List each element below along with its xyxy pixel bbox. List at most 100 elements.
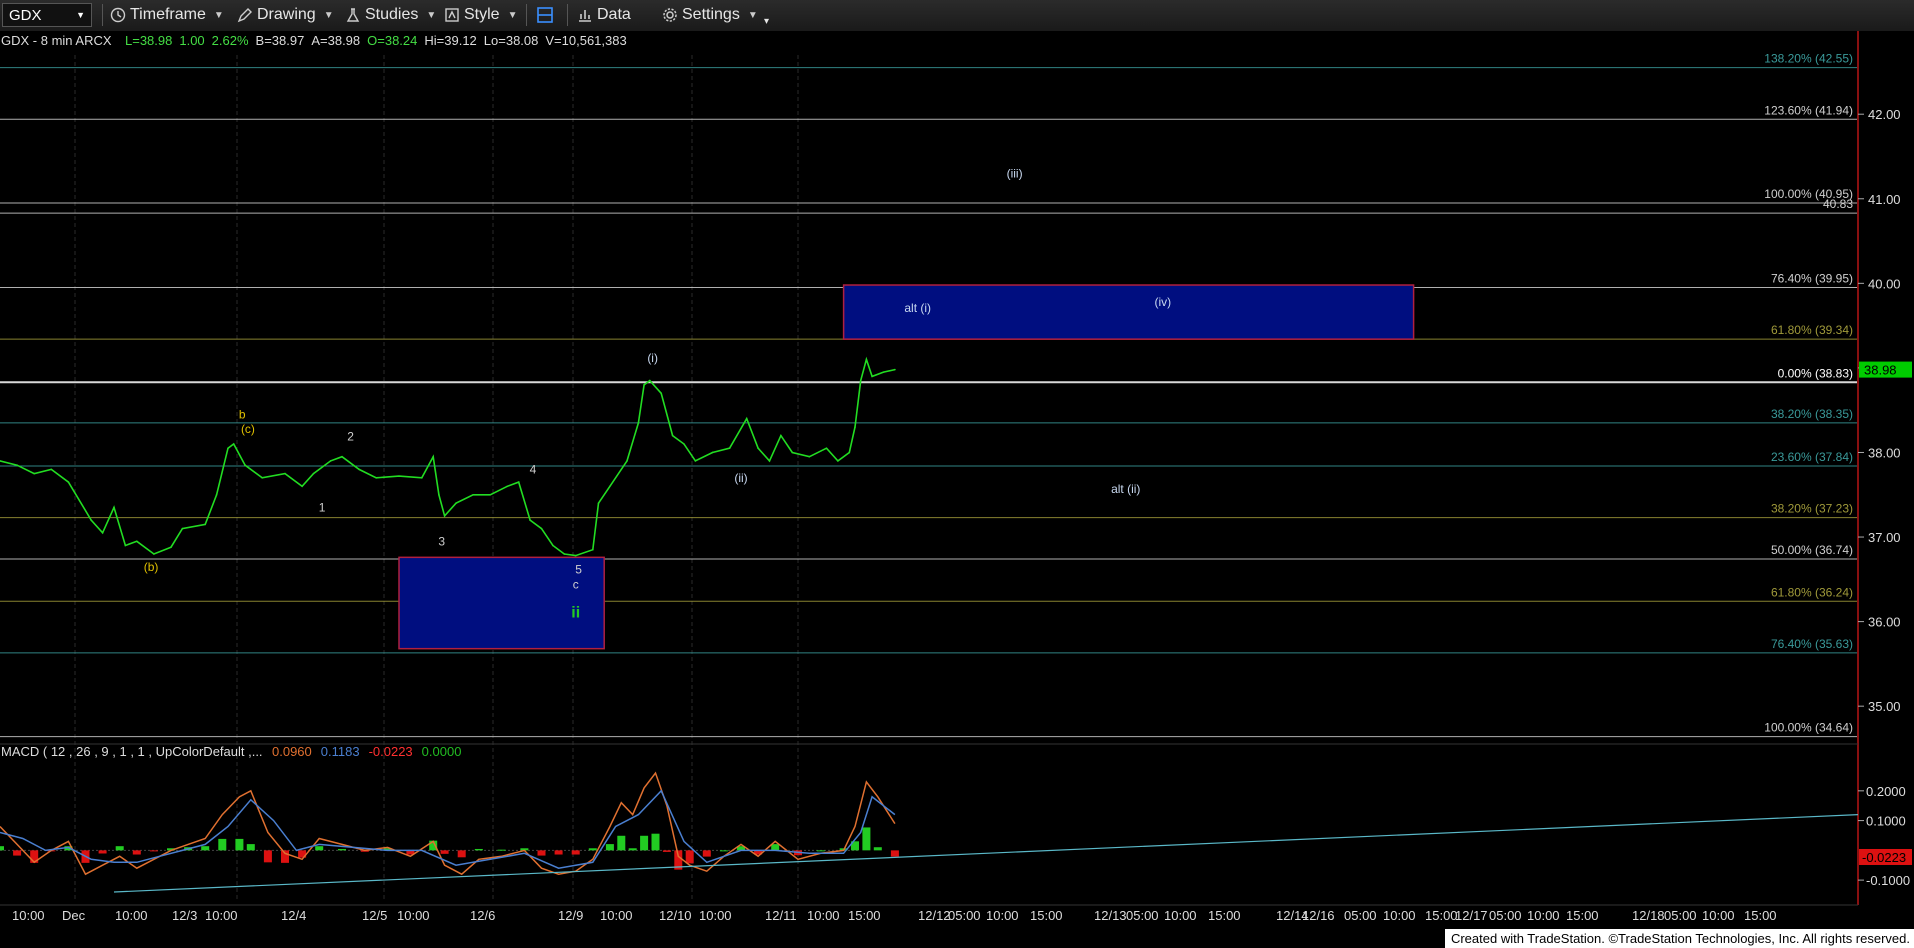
fib-level-label: 76.40% (35.63) <box>1771 637 1853 651</box>
price-point <box>592 548 594 551</box>
toolbar-overflow-icon[interactable]: ▾ <box>764 10 769 32</box>
macd-histogram-bar <box>218 838 227 851</box>
fib-level-label: 0.00% (38.83) <box>1778 366 1853 380</box>
quote-field: L=38.98 <box>125 33 172 48</box>
price-tick-label: 42.00 <box>1868 107 1901 122</box>
timeframe-label: Timeframe <box>130 6 206 23</box>
settings-menu[interactable]: Settings ▼ <box>662 4 758 26</box>
price-point <box>563 553 566 555</box>
price-point <box>574 554 577 557</box>
price-point <box>683 443 685 445</box>
macd-histogram-bar <box>588 848 597 851</box>
price-point <box>609 485 611 488</box>
price-tick-label: 35.00 <box>1868 699 1901 714</box>
macd-histogram-bar <box>98 850 107 854</box>
wave-label: (b) <box>144 560 159 574</box>
macd-histogram-bar <box>862 827 871 851</box>
time-tick-label: 10:00 <box>1702 908 1735 923</box>
macd-histogram-bar <box>201 846 210 851</box>
price-point <box>113 506 115 509</box>
macd-value: -0.0223 <box>369 744 413 759</box>
toolbar: GDX ▼ Timeframe ▼ Drawing ▼ Studies ▼ St… <box>0 0 1914 32</box>
price-chart[interactable]: 138.20% (42.55)123.60% (41.94)100.00% (4… <box>0 31 1914 928</box>
macd-histogram-bar <box>440 850 449 854</box>
time-tick-label: 05:00 <box>1664 908 1697 923</box>
time-tick-label: 12/18 <box>1632 908 1665 923</box>
price-point <box>882 371 885 373</box>
macd-histogram-bar <box>115 846 124 851</box>
data-menu[interactable]: Data <box>577 4 631 26</box>
layout-button[interactable] <box>536 4 558 26</box>
time-tick-label: 12/9 <box>558 908 583 923</box>
fib-level-label: 40.83 <box>1823 197 1853 211</box>
price-point <box>757 447 759 450</box>
price-point <box>694 460 697 462</box>
time-tick-label: 10:00 <box>397 908 430 923</box>
wave-label: (c) <box>241 422 255 436</box>
price-point <box>215 493 218 496</box>
wave-label: c <box>573 578 579 592</box>
studies-label: Studies <box>365 6 419 23</box>
wave-label: (ii) <box>734 471 747 485</box>
toolbar-separator <box>526 4 527 26</box>
timeframe-menu[interactable]: Timeframe ▼ <box>110 4 224 26</box>
price-point <box>204 523 206 526</box>
time-tick-label: 10:00 <box>699 908 732 923</box>
price-point <box>124 544 127 547</box>
macd-tick-label: -0.1000 <box>1866 873 1910 888</box>
price-point <box>780 434 782 437</box>
price-tick-label: 38.00 <box>1868 445 1901 460</box>
fib-level-label: 23.60% (37.84) <box>1771 450 1853 464</box>
wave-label: b <box>239 408 246 422</box>
chevron-down-icon: ▼ <box>213 9 224 21</box>
quote-field: 2.62% <box>212 33 249 48</box>
price-point <box>711 451 714 454</box>
macd-histogram-bar <box>685 850 694 864</box>
drawing-label: Drawing <box>257 6 316 23</box>
price-point <box>50 468 53 471</box>
chevron-down-icon: ▼ <box>323 9 334 21</box>
macd-histogram-bar <box>13 850 22 856</box>
wave-ii-zone <box>398 556 605 650</box>
time-tick-label: 10:00 <box>807 908 840 923</box>
wave-label: alt (i) <box>904 301 931 315</box>
layout-icon <box>537 7 553 23</box>
macd-histogram-bar <box>537 850 546 856</box>
time-tick-label: 12/17 <box>1455 908 1488 923</box>
quote-field: Lo=38.08 <box>484 33 539 48</box>
price-point <box>808 455 811 458</box>
chevron-down-icon: ▼ <box>76 10 85 20</box>
macd-histogram-bar <box>662 850 671 852</box>
time-tick-label: 05:00 <box>1126 908 1159 923</box>
time-tick-label: 12/4 <box>281 908 306 923</box>
time-tick-label: 12/13 <box>1094 908 1127 923</box>
flask-icon <box>346 8 360 22</box>
macd-histogram-bar <box>873 847 882 851</box>
studies-menu[interactable]: Studies ▼ <box>345 4 436 26</box>
time-tick-label: 05:00 <box>1344 908 1377 923</box>
drawing-menu[interactable]: Drawing ▼ <box>237 4 334 26</box>
macd-histogram-bar <box>571 850 580 855</box>
quote-field: B=38.97 <box>256 33 305 48</box>
quote-field: 1.00 <box>179 33 204 48</box>
time-tick-label: 10:00 <box>1383 908 1416 923</box>
macd-histogram-bar <box>628 848 637 851</box>
macd-histogram-bar <box>702 850 711 857</box>
price-point <box>101 532 104 534</box>
price-point <box>181 527 184 530</box>
price-point <box>312 472 315 475</box>
price-point <box>33 472 35 475</box>
price-point <box>728 447 731 450</box>
price-point <box>626 460 628 462</box>
style-menu[interactable]: Style ▼ <box>444 4 517 26</box>
quote-field: A=38.98 <box>311 33 360 48</box>
symbol-selector[interactable]: GDX ▼ <box>2 3 92 27</box>
time-tick-label: 10:00 <box>600 908 633 923</box>
chart-title: GDX - 8 min ARCX <box>1 33 112 48</box>
price-point <box>894 368 896 371</box>
macd-histogram-bar <box>617 835 626 851</box>
chevron-down-icon: ▼ <box>426 9 437 21</box>
macd-histogram-bar <box>0 846 4 851</box>
price-point <box>438 493 440 496</box>
macd-histogram-bar <box>457 850 466 858</box>
